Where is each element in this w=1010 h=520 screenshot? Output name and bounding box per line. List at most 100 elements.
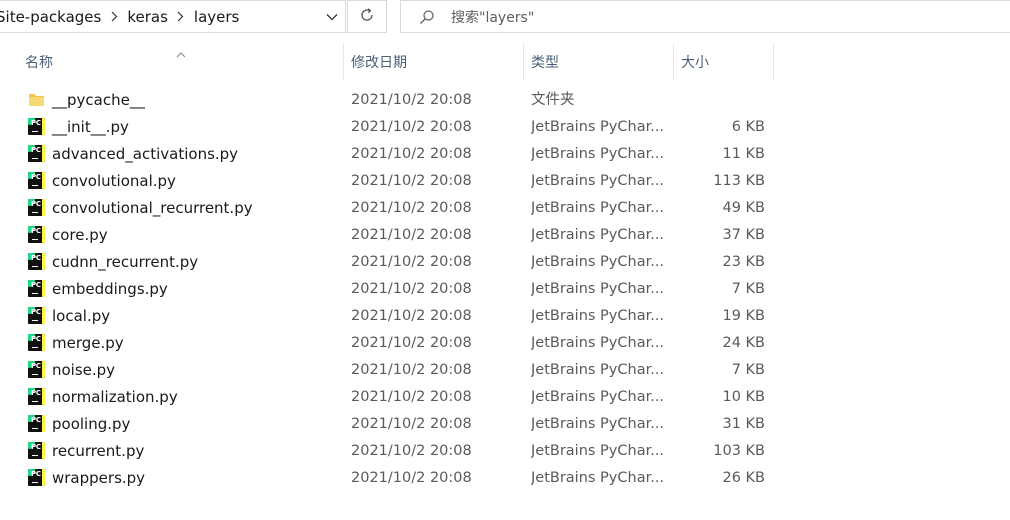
column-date-modified[interactable]: 修改日期 xyxy=(344,44,524,80)
file-size: 24 KB xyxy=(722,335,765,351)
file-size: 103 KB xyxy=(713,443,765,459)
navigation-bar: Site-packages keras layers 搜索"layers" xyxy=(0,0,1010,34)
file-date-modified: 2021/10/2 20:08 xyxy=(351,92,472,108)
pycharm-file-icon: PC xyxy=(28,226,45,243)
column-type[interactable]: 类型 xyxy=(524,44,674,80)
file-name: __init__.py xyxy=(52,118,129,136)
pycharm-file-icon: PC xyxy=(28,388,45,405)
pycharm-file-icon: PC xyxy=(28,469,45,486)
column-size[interactable]: 大小 xyxy=(674,44,774,80)
file-name: core.py xyxy=(52,226,108,244)
file-name: merge.py xyxy=(52,334,124,352)
file-row[interactable]: PC convolutional_recurrent.py 2021/10/2 20… xyxy=(0,195,780,222)
file-name: convolutional.py xyxy=(52,172,176,190)
file-type: 文件夹 xyxy=(531,92,575,108)
pycharm-file-icon: PC xyxy=(28,253,45,270)
folder-icon xyxy=(28,91,45,108)
file-date-modified: 2021/10/2 20:08 xyxy=(351,119,472,135)
file-date-modified: 2021/10/2 20:08 xyxy=(351,146,472,162)
file-date-modified: 2021/10/2 20:08 xyxy=(351,281,472,297)
file-size xyxy=(676,87,765,114)
file-size: 37 KB xyxy=(722,227,765,243)
pycharm-file-icon: PC xyxy=(28,442,45,459)
pycharm-file-icon: PC xyxy=(28,199,45,216)
file-size: 26 KB xyxy=(722,470,765,486)
file-row[interactable]: PC noise.py 2021/10/2 20:08 JetBrains PyCha… xyxy=(0,357,780,384)
file-row[interactable]: PC __init__.py 2021/10/2 20:08 JetBrains Py… xyxy=(0,114,780,141)
breadcrumb-site-packages[interactable]: Site-packages xyxy=(0,8,103,26)
file-row[interactable]: PC pooling.py 2021/10/2 20:08 JetBrains PyC… xyxy=(0,411,780,438)
file-size: 31 KB xyxy=(722,416,765,432)
file-type: JetBrains PyChar... xyxy=(531,335,663,351)
refresh-button[interactable] xyxy=(347,0,387,33)
file-row[interactable]: PC cudnn_recurrent.py 2021/10/2 20:08 JetBr… xyxy=(0,249,780,276)
file-row[interactable]: __pycache__ 2021/10/2 20:08 文件夹 xyxy=(0,87,780,114)
file-name: recurrent.py xyxy=(52,442,145,460)
file-date-modified: 2021/10/2 20:08 xyxy=(351,227,472,243)
file-type: JetBrains PyChar... xyxy=(531,254,663,270)
pycharm-file-icon: PC xyxy=(28,334,45,351)
refresh-icon xyxy=(359,7,375,27)
column-header: 名称 修改日期 类型 大小 xyxy=(0,44,1010,80)
pycharm-file-icon: PC xyxy=(28,118,45,135)
file-row[interactable]: PC recurrent.py 2021/10/2 20:08 JetBrains P… xyxy=(0,438,780,465)
file-row[interactable]: PC core.py 2021/10/2 20:08 JetBrains PyChar… xyxy=(0,222,780,249)
file-date-modified: 2021/10/2 20:08 xyxy=(351,308,472,324)
file-row[interactable]: PC convolutional.py 2021/10/2 20:08 JetBrai… xyxy=(0,168,780,195)
pycharm-file-icon: PC xyxy=(28,172,45,189)
file-name: normalization.py xyxy=(52,388,178,406)
file-name: wrappers.py xyxy=(52,469,146,487)
file-date-modified: 2021/10/2 20:08 xyxy=(351,389,472,405)
file-type: JetBrains PyChar... xyxy=(531,443,663,459)
file-row[interactable]: PC local.py 2021/10/2 20:08 JetBrains PyCha… xyxy=(0,303,780,330)
breadcrumb-layers[interactable]: layers xyxy=(192,8,241,26)
file-name: cudnn_recurrent.py xyxy=(52,253,199,271)
file-type: JetBrains PyChar... xyxy=(531,416,663,432)
chevron-right-icon[interactable] xyxy=(103,1,125,32)
pycharm-file-icon: PC xyxy=(28,145,45,162)
search-icon xyxy=(417,7,437,27)
file-row[interactable]: PC advanced_activations.py 2021/10/2 20:08… xyxy=(0,141,780,168)
file-name: advanced_activations.py xyxy=(52,145,239,163)
file-type: JetBrains PyChar... xyxy=(531,389,663,405)
file-type: JetBrains PyChar... xyxy=(531,227,663,243)
file-explorer-window: Site-packages keras layers 搜索"layers" 名称… xyxy=(0,0,1010,520)
file-date-modified: 2021/10/2 20:08 xyxy=(351,362,472,378)
file-date-modified: 2021/10/2 20:08 xyxy=(351,443,472,459)
file-row[interactable]: PC normalization.py 2021/10/2 20:08 JetBrai… xyxy=(0,384,780,411)
file-type: JetBrains PyChar... xyxy=(531,281,663,297)
file-name: local.py xyxy=(52,307,111,325)
file-size: 19 KB xyxy=(722,308,765,324)
chevron-right-icon[interactable] xyxy=(170,1,192,32)
file-size: 11 KB xyxy=(722,146,765,162)
file-size: 6 KB xyxy=(731,119,765,135)
file-name: __pycache__ xyxy=(52,91,145,109)
file-name: convolutional_recurrent.py xyxy=(52,199,253,217)
file-type: JetBrains PyChar... xyxy=(531,470,663,486)
file-type: JetBrains PyChar... xyxy=(531,146,663,162)
file-type: JetBrains PyChar... xyxy=(531,362,663,378)
search-box[interactable]: 搜索"layers" xyxy=(400,0,1010,33)
breadcrumb: Site-packages keras layers xyxy=(0,1,241,32)
pycharm-file-icon: PC xyxy=(28,280,45,297)
file-size: 49 KB xyxy=(722,200,765,216)
pycharm-file-icon: PC xyxy=(28,307,45,324)
file-size: 10 KB xyxy=(722,389,765,405)
file-row[interactable]: PC wrappers.py 2021/10/2 20:08 JetBrains Py… xyxy=(0,465,780,492)
pycharm-file-icon: PC xyxy=(28,361,45,378)
file-size: 7 KB xyxy=(731,281,765,297)
breadcrumb-keras[interactable]: keras xyxy=(125,8,170,26)
file-list: __pycache__ 2021/10/2 20:08 文件夹 PC __init__.… xyxy=(0,87,1010,492)
file-date-modified: 2021/10/2 20:08 xyxy=(351,470,472,486)
file-date-modified: 2021/10/2 20:08 xyxy=(351,173,472,189)
address-bar[interactable]: Site-packages keras layers xyxy=(0,0,346,33)
file-size: 113 KB xyxy=(713,173,765,189)
file-date-modified: 2021/10/2 20:08 xyxy=(351,200,472,216)
file-size: 23 KB xyxy=(722,254,765,270)
chevron-down-icon[interactable] xyxy=(319,1,345,32)
search-placeholder: 搜索"layers" xyxy=(451,9,535,26)
file-name: noise.py xyxy=(52,361,116,379)
file-row[interactable]: PC merge.py 2021/10/2 20:08 JetBrains PyCha… xyxy=(0,330,780,357)
column-name[interactable]: 名称 xyxy=(18,44,344,80)
file-row[interactable]: PC embeddings.py 2021/10/2 20:08 JetBrains … xyxy=(0,276,780,303)
